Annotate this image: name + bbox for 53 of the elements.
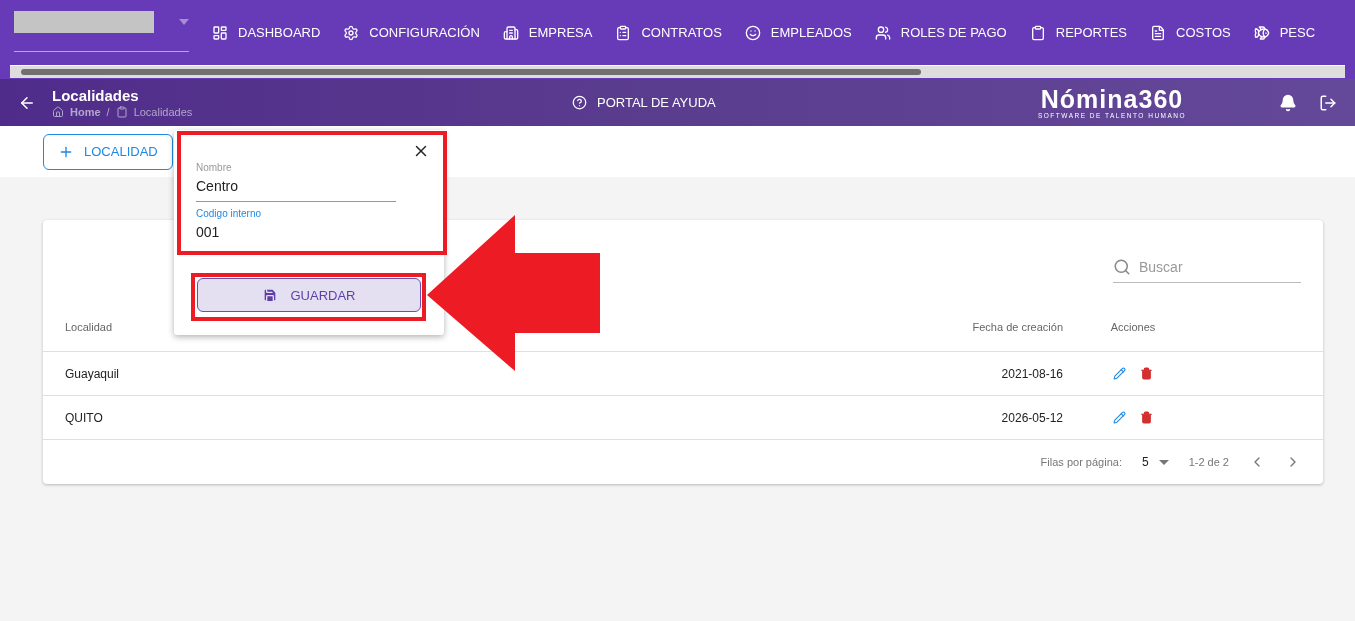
horizontal-scrollbar[interactable] [10,65,1345,78]
field-label: Codigo interno [196,208,263,219]
table-cell: Guayaquil [65,366,120,381]
nav-item[interactable]: ROLES DE PAGO [874,24,1007,41]
logo-text: Nómina360 [1040,86,1184,112]
breadcrumb-current: Localidades [133,106,193,118]
table-cell: 2021-08-16 [1001,366,1063,381]
clipboard-icon [615,24,632,41]
nav-item[interactable]: EMPRESA [502,24,593,41]
nav-item[interactable]: EMPLEADOS [744,24,852,41]
fish-icon [1253,24,1270,41]
report-icon [1029,24,1046,41]
save-button[interactable]: GUARDAR [197,278,421,312]
column-header: Acciones [1110,321,1156,333]
column-header: Localidad [65,321,113,333]
logout-icon[interactable] [1319,93,1337,112]
nav-item[interactable]: CONFIGURACIÓN [343,24,480,41]
table-cell: 2026-05-12 [1001,410,1063,425]
help-link[interactable]: PORTAL DE AYUDA [572,95,1012,110]
company-select[interactable] [14,13,189,52]
building-icon [502,24,519,41]
breadcrumb-separator: / [106,106,110,118]
caret-icon[interactable] [1158,459,1169,465]
edit-icon[interactable] [1113,411,1126,424]
dashboard-icon [212,24,228,41]
users-icon [874,24,891,41]
home-icon [52,106,64,118]
delete-icon[interactable] [1140,411,1153,424]
notifications-icon[interactable] [1279,93,1297,112]
caret-icon [179,19,189,25]
breadcrumb-link[interactable]: Home [70,106,101,118]
invoice-icon [1150,24,1167,41]
edit-icon[interactable] [1113,367,1126,380]
nav-item[interactable]: DASHBOARD [212,24,321,41]
rows-per-page-label: Filas por página: [1040,456,1122,468]
clipboard-icon [115,106,128,118]
nav-item[interactable]: REPORTES [1029,24,1128,41]
face-icon [744,24,761,41]
save-icon [262,287,279,303]
settings-icon [343,24,360,41]
nav-item[interactable]: PESC [1253,24,1316,41]
table-cell: QUITO [65,410,103,425]
help-icon [572,95,587,110]
search-icon [1113,258,1131,276]
page-range: 1-2 de 2 [1188,456,1229,468]
column-header: Fecha de creación [972,321,1063,333]
add-location-button[interactable]: LOCALIDAD [43,133,173,170]
delete-icon[interactable] [1140,367,1153,380]
rows-per-page-select[interactable]: 5 [1141,455,1169,469]
page-title: Localidades [52,87,140,104]
nav-item[interactable]: CONTRATOS [615,24,722,41]
nav-item[interactable]: COSTOS [1150,24,1231,41]
field-label: Nombre [196,162,233,173]
